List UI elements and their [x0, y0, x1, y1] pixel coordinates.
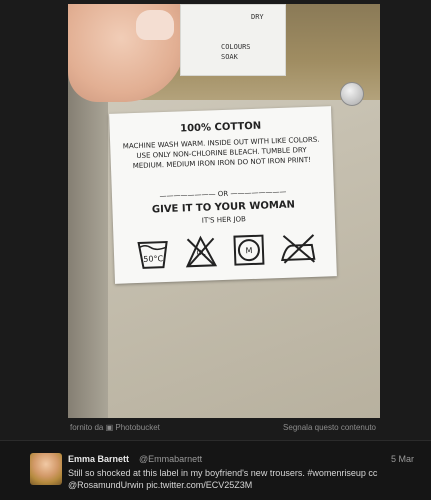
bleach-mark-text: CL [196, 249, 205, 257]
author-handle[interactable]: @Emmabarnett [139, 454, 202, 464]
label-or-text: OR [217, 189, 229, 199]
photo-source-bar: fornito da ▣ Photobucket Segnala questo … [68, 418, 380, 440]
wash-temp-text: 50°C [143, 254, 163, 264]
label-title: 100% COTTON [179, 120, 262, 135]
fingernail [136, 10, 174, 40]
tweet-date[interactable]: 5 Mar [391, 454, 414, 464]
avatar[interactable] [30, 453, 62, 485]
upper-care-tag: DRY COLOURS SOAK [180, 4, 286, 76]
tweet-body: Still so shocked at this label in my boy… [68, 468, 305, 478]
care-label: 100% COTTON MACHINE WASH WARM. INSIDE OU… [109, 106, 337, 284]
photobucket-icon: ▣ [105, 423, 114, 432]
mention-link[interactable]: @RosamundUrwin [68, 480, 144, 490]
provider-prefix: fornito da [70, 423, 104, 432]
report-content-link[interactable]: Segnala questo contenuto [283, 423, 376, 432]
tweet-media-viewer: DRY COLOURS SOAK 100% COTTON MACHINE WAS… [0, 0, 431, 500]
care-icons: 50°C CL M [113, 230, 336, 272]
tag-top-line-1: DRY [251, 13, 264, 21]
dryer-mark-text: M [245, 246, 252, 255]
tweet-text: Still so shocked at this label in my boy… [68, 467, 408, 491]
do-not-iron-icon [281, 234, 316, 264]
tweet-photo[interactable]: DRY COLOURS SOAK 100% COTTON MACHINE WAS… [68, 4, 380, 418]
author-name[interactable]: Emma Barnett [68, 454, 129, 464]
cc-text: cc [368, 468, 378, 478]
provider-attribution: fornito da ▣ Photobucket [70, 423, 160, 432]
provider-name[interactable]: Photobucket [115, 423, 159, 432]
tumble-dry-medium-icon: M [233, 234, 265, 266]
media-link[interactable]: pic.twitter.com/ECV25Z3M [146, 480, 252, 490]
tag-top-line-2: COLOURS [221, 43, 251, 51]
wash-50c-icon: 50°C [137, 240, 168, 269]
label-care-instructions: MACHINE WASH WARM. INSIDE OUT WITH LIKE … [122, 135, 320, 171]
hashtag-link[interactable]: #womenriseup [307, 468, 366, 478]
tweet-card: Emma Barnett @Emmabarnett 5 Mar Still so… [0, 440, 431, 500]
no-chlorine-bleach-icon: CL [185, 235, 218, 268]
snap-button-rivet [340, 82, 364, 106]
tag-top-line-3: SOAK [221, 53, 238, 61]
